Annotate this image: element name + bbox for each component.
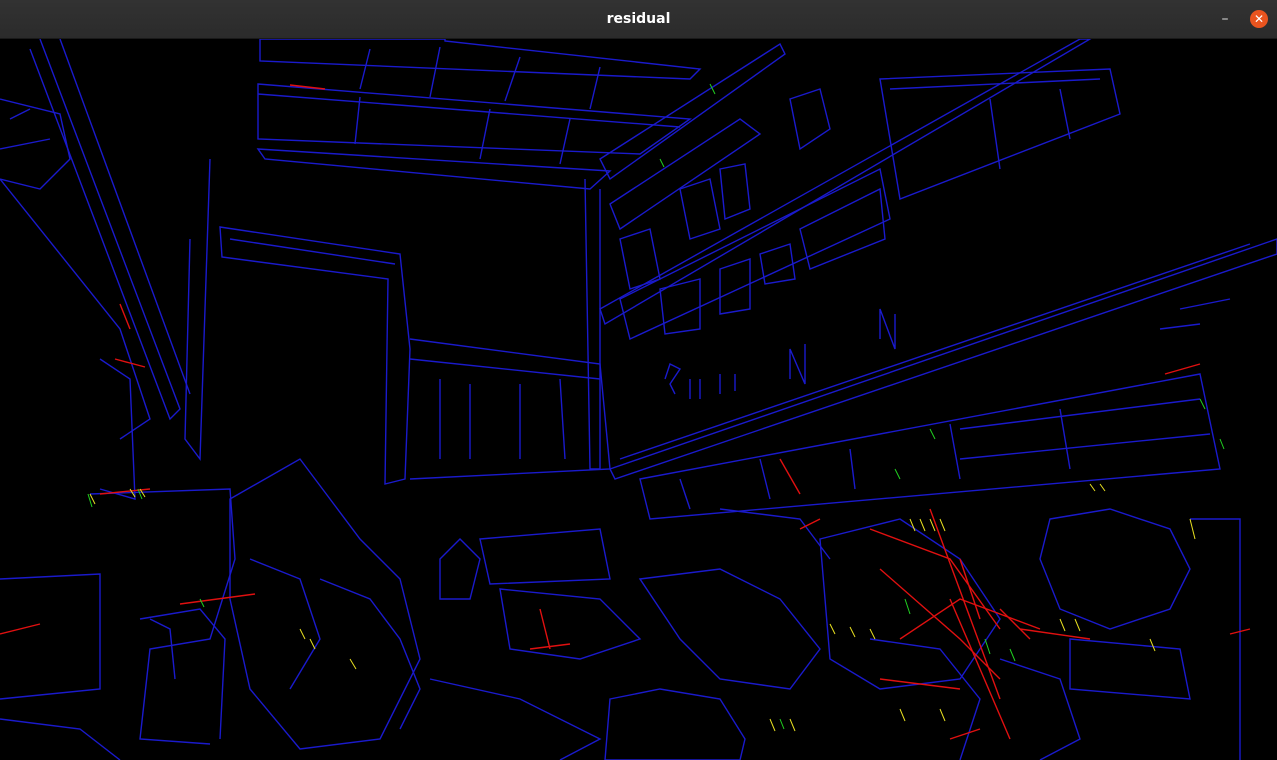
- residual-red-lines: [0, 84, 1251, 740]
- close-button[interactable]: ✕: [1250, 10, 1268, 28]
- residual-image-canvas: [0, 39, 1277, 760]
- minimize-button[interactable]: –: [1214, 9, 1236, 29]
- residual-green-marks: [87, 83, 1225, 730]
- app-window: residual – ✕: [0, 0, 1277, 760]
- window-title: residual: [606, 11, 671, 27]
- title-bar[interactable]: residual – ✕: [0, 0, 1277, 39]
- edge-lines: [0, 39, 1277, 760]
- edge-residual-image: [0, 39, 1277, 760]
- residual-yellow-marks: [89, 483, 1196, 732]
